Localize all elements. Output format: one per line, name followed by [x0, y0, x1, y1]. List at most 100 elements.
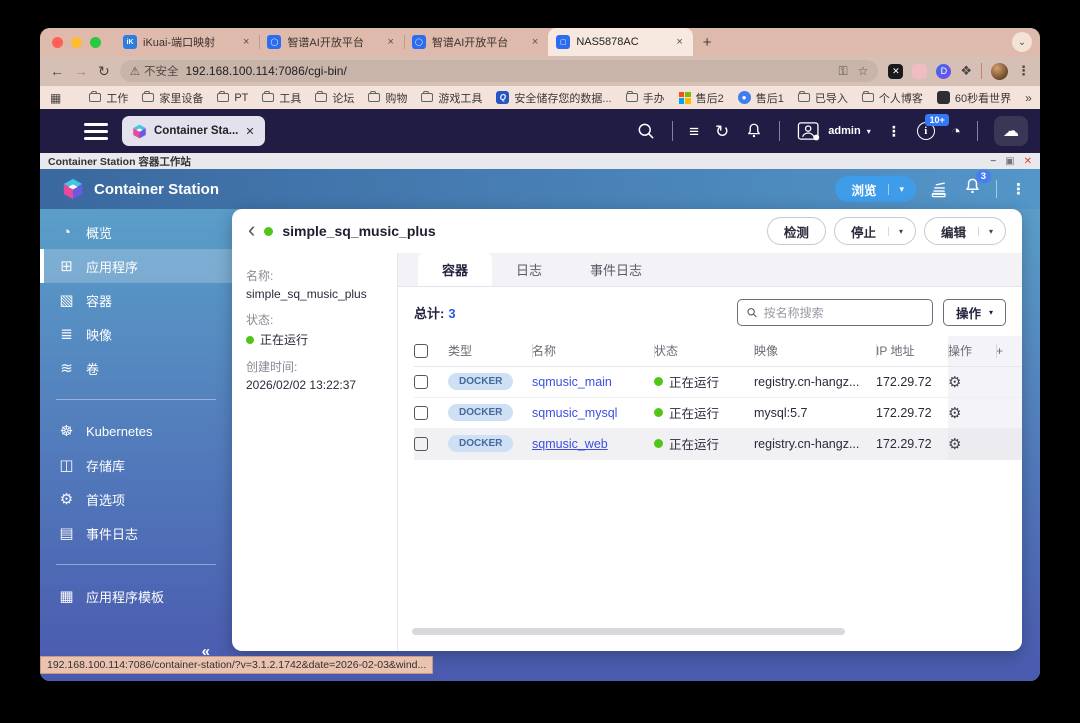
minimize-window-button[interactable]: [71, 37, 82, 48]
forward-icon[interactable]: →: [74, 63, 88, 79]
back-icon[interactable]: ←: [50, 63, 64, 79]
sidebar-item-volumes[interactable]: ≋ 卷: [40, 351, 232, 385]
tab-close-icon[interactable]: ×: [530, 36, 540, 48]
tab-close-icon[interactable]: ×: [241, 36, 251, 48]
close-icon[interactable]: ✕: [1024, 156, 1032, 167]
tab-logs[interactable]: 日志: [492, 252, 566, 286]
horizontal-scrollbar[interactable]: [412, 628, 845, 635]
app-tab-close-icon[interactable]: ✕: [245, 125, 254, 138]
extension-pink-icon[interactable]: [912, 64, 927, 79]
row-settings-gear-icon[interactable]: ⚙: [948, 436, 961, 453]
browser-tab-zhipu-1[interactable]: ◯ 智谱AI开放平台 ×: [259, 30, 403, 54]
sidebar-item-preferences[interactable]: ⚙ 首选项: [40, 482, 232, 516]
sidebar-item-overview[interactable]: ◔ 概览: [40, 215, 232, 249]
column-name[interactable]: 名称: [532, 336, 654, 366]
table-row-sqmusic-web[interactable]: DOCKER sqmusic_web 正在运行 registry.cn-hang…: [414, 428, 1022, 459]
browse-label[interactable]: 浏览: [835, 180, 888, 199]
bookmark-folder-work[interactable]: 工作: [89, 90, 128, 106]
security-chip[interactable]: ⚠ 不安全: [130, 63, 179, 79]
profile-avatar[interactable]: [991, 63, 1008, 80]
bookmark-aftersale-1[interactable]: ●售后1: [738, 90, 784, 106]
row-checkbox[interactable]: [414, 437, 428, 451]
select-all-checkbox[interactable]: [414, 344, 428, 358]
apps-grid-icon[interactable]: ▦: [50, 91, 61, 105]
stop-split-button[interactable]: 停止 ▾: [834, 217, 916, 245]
tab-containers[interactable]: 容器: [418, 252, 492, 286]
column-status[interactable]: 状态: [654, 336, 754, 366]
extensions-puzzle-icon[interactable]: ❖: [960, 64, 972, 79]
sidebar-item-kubernetes[interactable]: ☸ Kubernetes: [40, 414, 232, 448]
detect-button[interactable]: 检测: [767, 217, 826, 245]
sidebar-item-event-logs[interactable]: ▤ 事件日志: [40, 516, 232, 550]
bookmark-folder-game-tools[interactable]: 游戏工具: [421, 90, 482, 106]
minimize-icon[interactable]: −: [990, 156, 996, 167]
password-key-icon[interactable]: ⚿: [838, 64, 847, 79]
column-ip[interactable]: IP 地址: [876, 336, 948, 366]
bookmark-folder-shopping[interactable]: 购物: [368, 90, 407, 106]
container-name-link[interactable]: sqmusic_main: [532, 375, 612, 389]
bookmark-60s-world[interactable]: 60秒看世界: [937, 90, 1011, 106]
container-name-link[interactable]: sqmusic_web: [532, 437, 608, 451]
browse-caret-icon[interactable]: ▾: [888, 184, 916, 195]
zoom-window-button[interactable]: [90, 37, 101, 48]
bookmark-folder-imported[interactable]: 已导入: [798, 90, 848, 106]
browser-menu-icon[interactable]: ⋮: [1017, 63, 1030, 79]
taskbar-app-tab-container-station[interactable]: Container Sta... ✕: [122, 116, 265, 146]
bookmark-qnap[interactable]: Q安全储存您的数据...: [496, 90, 611, 106]
bookmark-folder-tools[interactable]: 工具: [262, 90, 301, 106]
row-settings-gear-icon[interactable]: ⚙: [948, 405, 961, 422]
tab-event-logs[interactable]: 事件日志: [566, 252, 666, 286]
sidebar-item-registries[interactable]: ◫ 存储库: [40, 448, 232, 482]
myqnapcloud-icon[interactable]: ☁: [994, 116, 1028, 146]
bookmark-folder-personal-blog[interactable]: 个人博客: [862, 90, 923, 106]
tab-close-icon[interactable]: ×: [674, 36, 684, 48]
tab-close-icon[interactable]: ×: [385, 36, 395, 48]
extension-x-icon[interactable]: ✕: [888, 64, 903, 79]
background-tasks-icon[interactable]: ≡: [689, 123, 699, 140]
address-bar[interactable]: ⚠ 不安全 192.168.100.114:7086/cgi-bin/ ⚿ ☆: [120, 60, 879, 82]
browser-tab-nas-active[interactable]: ▢ NAS5878AC ×: [548, 28, 692, 56]
column-type[interactable]: 类型: [448, 336, 532, 366]
browser-tab-zhipu-2[interactable]: ◯ 智谱AI开放平台 ×: [404, 30, 548, 54]
sidebar-item-app-templates[interactable]: ▦ 应用程序模板: [40, 579, 232, 613]
sidebar-item-images[interactable]: ≣ 映像: [40, 317, 232, 351]
search-icon[interactable]: [636, 121, 656, 141]
bookmark-folder-figures[interactable]: 手办: [626, 90, 665, 106]
container-name-link[interactable]: sqmusic_mysql: [532, 406, 617, 420]
column-image[interactable]: 映像: [754, 336, 876, 366]
close-window-button[interactable]: [52, 37, 63, 48]
bookmark-star-icon[interactable]: ☆: [858, 64, 869, 78]
notifications-bell-icon[interactable]: [745, 122, 763, 140]
row-checkbox[interactable]: [414, 406, 428, 420]
bookmark-folder-forum[interactable]: 论坛: [315, 90, 354, 106]
stop-caret-icon[interactable]: ▾: [888, 227, 915, 236]
bookmark-aftersale-2[interactable]: 售后2: [679, 90, 724, 106]
back-chevron-icon[interactable]: ‹: [248, 219, 255, 241]
browse-split-button[interactable]: 浏览 ▾: [835, 176, 916, 202]
search-input[interactable]: [764, 306, 924, 320]
browser-tab-ikuai[interactable]: iK iKuai-端口映射 ×: [115, 30, 259, 54]
tab-search-button[interactable]: ⌄: [1012, 32, 1032, 52]
extension-d-icon[interactable]: D: [936, 64, 951, 79]
cs-notifications[interactable]: 3: [963, 177, 982, 201]
sidebar-item-containers[interactable]: ▧ 容器: [40, 283, 232, 317]
row-checkbox[interactable]: [414, 375, 428, 389]
resource-monitor-icon[interactable]: ◔: [951, 123, 961, 140]
edit-caret-icon[interactable]: ▾: [978, 227, 1005, 236]
table-row-sqmusic-mysql[interactable]: DOCKER sqmusic_mysql 正在运行 mysql:5.7 172.…: [414, 397, 1022, 428]
bookmarks-overflow-icon[interactable]: »: [1025, 91, 1032, 105]
table-row-sqmusic-main[interactable]: DOCKER sqmusic_main 正在运行 registry.cn-han…: [414, 366, 1022, 397]
sync-lock-icon[interactable]: ↻: [715, 123, 729, 140]
more-options-icon[interactable]: ⋮: [887, 124, 901, 138]
bookmark-folder-pt[interactable]: PT: [217, 92, 248, 104]
row-settings-gear-icon[interactable]: ⚙: [948, 374, 961, 391]
tasks-stack-icon[interactable]: [930, 180, 949, 199]
container-search-box[interactable]: [737, 299, 933, 326]
edit-split-button[interactable]: 编辑 ▾: [924, 217, 1006, 245]
bookmark-folder-home-devices[interactable]: 家里设备: [142, 90, 203, 106]
cs-menu-kebab-icon[interactable]: ⋮: [1011, 180, 1026, 198]
add-column-button[interactable]: +: [996, 336, 1022, 366]
user-menu[interactable]: admin ▾: [796, 121, 870, 141]
new-tab-button[interactable]: +: [703, 34, 712, 51]
column-action[interactable]: 操作: [948, 336, 996, 366]
